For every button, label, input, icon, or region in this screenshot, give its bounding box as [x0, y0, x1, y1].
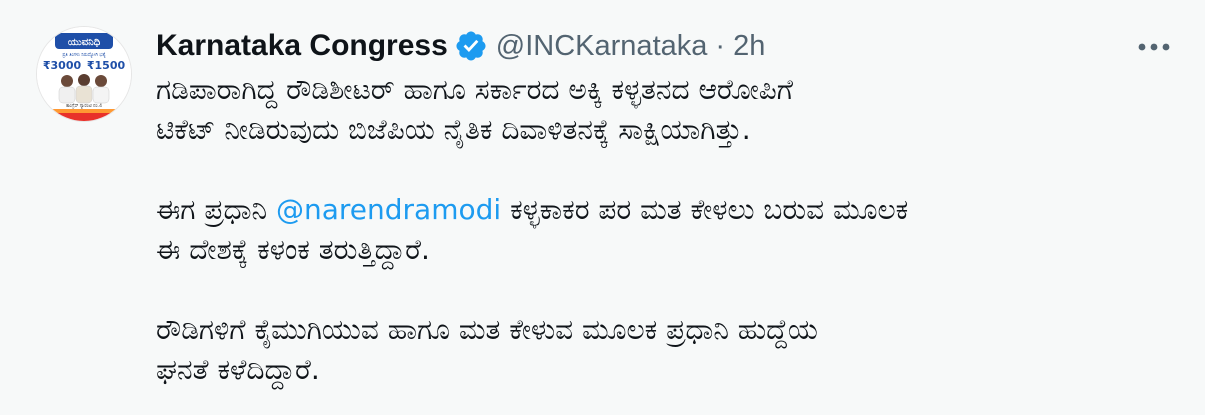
tweet-text: ಗಡಿಪಾರಾಗಿದ್ದ ರೌಡಿಶೀಟರ್ ಹಾಗೂ ಸರ್ಕಾರದ ಅಕ್ಕ…: [156, 70, 1176, 390]
avatar-small-text: ಪ್ರತಿ ತಿಂಗಳು ನಿರುದ್ಯೋಗಿ ಭತ್ಯೆ: [62, 53, 106, 59]
tweet-timestamp[interactable]: 2h: [733, 30, 765, 63]
user-handle[interactable]: @INCKarnataka: [496, 30, 708, 63]
verified-badge-icon: [454, 29, 488, 63]
tweet-paragraph-2: ಈಗ ಪ್ರಧಾನಿ @narendramodi ಕಳ್ಳಕಾಕರ ಪರ ಮತ …: [156, 190, 1176, 270]
tweet-text-segment: ಕಳ್ಳಕಾಕರ ಪರ ಮತ ಕೇಳಲು ಬರುವ ಮೂಲಕ: [501, 193, 909, 226]
avatar-image: ಯುವನಿಧಿ ಪ್ರತಿ ತಿಂಗಳು ನಿರುದ್ಯೋಗಿ ಭತ್ಯೆ ₹3…: [37, 27, 131, 121]
display-name[interactable]: Karnataka Congress: [156, 29, 448, 63]
tweet-paragraph-3: ರೌಡಿಗಳಿಗೆ ಕೈಮುಗಿಯುವ ಹಾಗೂ ಮತ ಕೇಳುವ ಮೂಲಕ ಪ…: [156, 310, 1176, 390]
mention-link[interactable]: @narendramodi: [276, 193, 501, 226]
avatar[interactable]: ಯುವನಿಧಿ ಪ್ರತಿ ತಿಂಗಳು ನಿರುದ್ಯೋಗಿ ಭತ್ಯೆ ₹3…: [36, 26, 132, 122]
avatar-footer-text: ಕಾಂಗ್ರೆಸ್ ಗ್ಯಾರಂಟಿ ನಂ.4: [66, 103, 102, 110]
tweet[interactable]: ಯುವನಿಧಿ ಪ್ರತಿ ತಿಂಗಳು ನಿರುದ್ಯೋಗಿ ಭತ್ಯೆ ₹3…: [0, 0, 1205, 415]
tweet-line: ಘನತೆ ಕಳೆದಿದ್ದಾರೆ.: [156, 353, 320, 386]
more-options-button[interactable]: [1129, 30, 1179, 64]
tweet-line: ಈಗ ಪ್ರಧಾನಿ @narendramodi ಕಳ್ಳಕಾಕರ ಪರ ಮತ …: [156, 190, 1176, 230]
tweet-header: Karnataka Congress @INCKarnataka · 2h: [156, 26, 765, 66]
avatar-amount-1: ₹3000: [43, 59, 82, 72]
tweet-line: ಟಿಕೆಟ್ ನೀಡಿರುವುದು ಬಿಜೆಪಿಯ ನೈತಿಕ ದಿವಾಳಿತನ…: [156, 113, 751, 146]
separator-dot: ·: [715, 29, 726, 62]
avatar-amount-2: ₹1500: [87, 59, 126, 72]
tweet-text-segment: ಈಗ ಪ್ರಧಾನಿ: [156, 193, 276, 226]
more-options-icon: [1138, 43, 1170, 51]
tweet-line: ಗಡಿಪಾರಾಗಿದ್ದ ರೌಡಿಶೀಟರ್ ಹಾಗೂ ಸರ್ಕಾರದ ಅಕ್ಕ…: [156, 73, 794, 106]
avatar-banner-text: ಯುವನಿಧಿ: [68, 37, 101, 48]
tweet-paragraph-1: ಗಡಿಪಾರಾಗಿದ್ದ ರೌಡಿಶೀಟರ್ ಹಾಗೂ ಸರ್ಕಾರದ ಅಕ್ಕ…: [156, 70, 1176, 150]
tweet-line: ಈ ದೇಶಕ್ಕೆ ಕಳಂಕ ತರುತ್ತಿದ್ದಾರೆ.: [156, 233, 430, 266]
tweet-line: ರೌಡಿಗಳಿಗೆ ಕೈಮುಗಿಯುವ ಹಾಗೂ ಮತ ಕೇಳುವ ಮೂಲಕ ಪ…: [156, 313, 818, 346]
